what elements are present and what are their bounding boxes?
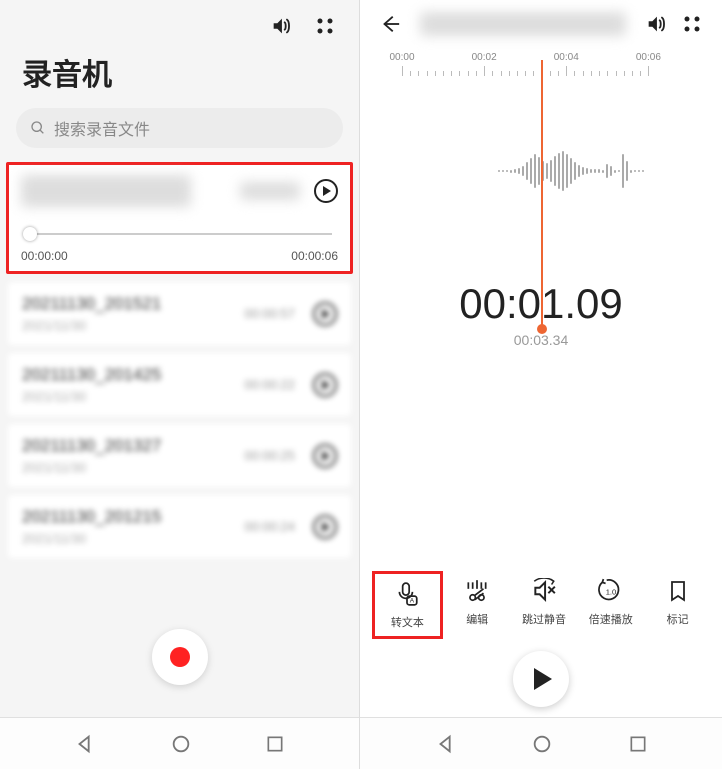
tool-label: 转文本 xyxy=(391,614,424,630)
play-icon[interactable] xyxy=(313,373,337,397)
more-icon[interactable] xyxy=(313,14,337,38)
tool-label: 跳过静音 xyxy=(522,611,566,627)
recording-name: 20211130_201327 xyxy=(22,436,161,456)
recording-date: 2021/11/30 xyxy=(22,389,161,404)
recording-duration: 00:00:22 xyxy=(244,377,295,392)
recent-nav-icon[interactable] xyxy=(628,734,648,754)
page-title: 录音机 xyxy=(0,46,359,108)
mute-skip-icon xyxy=(530,577,558,605)
speed-icon: 1.0 xyxy=(597,577,625,605)
recording-duration: 00:00:24 xyxy=(244,519,295,534)
progress-slider[interactable] xyxy=(21,225,338,243)
left-top-bar xyxy=(0,0,359,46)
recording-name: 20211130_201215 xyxy=(22,507,161,527)
edit-icon xyxy=(463,577,491,605)
tool-bar: A 转文本 编辑 跳过静音 1.0 倍速播放 标记 xyxy=(360,571,722,639)
recent-nav-icon[interactable] xyxy=(265,734,285,754)
svg-text:A: A xyxy=(410,598,415,605)
search-input[interactable]: 搜索录音文件 xyxy=(16,108,343,148)
record-button[interactable] xyxy=(152,629,208,685)
recording-duration: 00:00:57 xyxy=(244,306,295,321)
play-button[interactable] xyxy=(513,651,569,707)
volume-icon[interactable] xyxy=(644,12,668,36)
back-nav-icon[interactable] xyxy=(435,733,457,755)
recording-date: 2021/11/30 xyxy=(22,531,161,546)
home-nav-icon[interactable] xyxy=(531,733,553,755)
edit-button[interactable]: 编辑 xyxy=(445,571,510,639)
selected-recording-card[interactable]: 00:00:00 00:00:06 xyxy=(6,162,353,274)
tool-label: 倍速播放 xyxy=(589,611,633,627)
right-top-bar xyxy=(360,0,722,46)
home-nav-icon[interactable] xyxy=(170,733,192,755)
recording-name: 20211130_201425 xyxy=(22,365,161,385)
transcribe-button[interactable]: A 转文本 xyxy=(372,571,443,639)
search-icon xyxy=(30,120,46,136)
back-nav-icon[interactable] xyxy=(74,733,96,755)
play-icon[interactable] xyxy=(313,302,337,326)
android-nav-bar xyxy=(360,717,722,769)
bookmark-icon xyxy=(664,577,692,605)
search-placeholder: 搜索录音文件 xyxy=(54,116,150,140)
speed-button[interactable]: 1.0 倍速播放 xyxy=(578,571,643,639)
recording-duration: 00:00:25 xyxy=(244,448,295,463)
more-icon[interactable] xyxy=(680,12,704,36)
record-dot-icon xyxy=(170,647,190,667)
volume-icon[interactable] xyxy=(269,14,293,38)
playback-screen: 00:0000:0200:0400:06 00:01.09 00:03.34 A… xyxy=(360,0,722,769)
android-nav-bar xyxy=(0,717,359,769)
recordings-list: 20211130_201521 2021/11/30 00:00:57 20211… xyxy=(0,282,359,558)
skip-silence-button[interactable]: 跳过静音 xyxy=(512,571,577,639)
tool-label: 标记 xyxy=(667,611,689,627)
tool-label: 编辑 xyxy=(466,611,488,627)
play-icon[interactable] xyxy=(313,444,337,468)
list-item[interactable]: 20211130_201425 2021/11/30 00:00:22 xyxy=(8,353,351,416)
recording-title-redacted xyxy=(21,175,191,207)
total-time: 00:03.34 xyxy=(360,332,722,348)
list-item[interactable]: 20211130_201521 2021/11/30 00:00:57 xyxy=(8,282,351,345)
play-icon[interactable] xyxy=(313,515,337,539)
play-icon xyxy=(534,668,552,690)
recorder-list-screen: 录音机 搜索录音文件 00:00:00 00:00:06 20211130_20… xyxy=(0,0,360,769)
back-button[interactable] xyxy=(378,12,402,36)
total-duration: 00:00:06 xyxy=(291,249,338,263)
bookmark-button[interactable]: 标记 xyxy=(645,571,710,639)
play-icon[interactable] xyxy=(314,179,338,203)
recording-date: 2021/11/30 xyxy=(22,460,161,475)
recording-name: 20211130_201521 xyxy=(22,294,161,314)
playback-title-redacted xyxy=(420,12,626,36)
svg-text:1.0: 1.0 xyxy=(606,587,617,596)
recording-duration-redacted xyxy=(240,182,300,200)
playhead-indicator[interactable] xyxy=(541,60,543,329)
list-item[interactable]: 20211130_201215 2021/11/30 00:00:24 xyxy=(8,495,351,558)
recording-date: 2021/11/30 xyxy=(22,318,161,333)
list-item[interactable]: 20211130_201327 2021/11/30 00:00:25 xyxy=(8,424,351,487)
transcribe-icon: A xyxy=(393,580,421,608)
current-position: 00:00:00 xyxy=(21,249,68,263)
